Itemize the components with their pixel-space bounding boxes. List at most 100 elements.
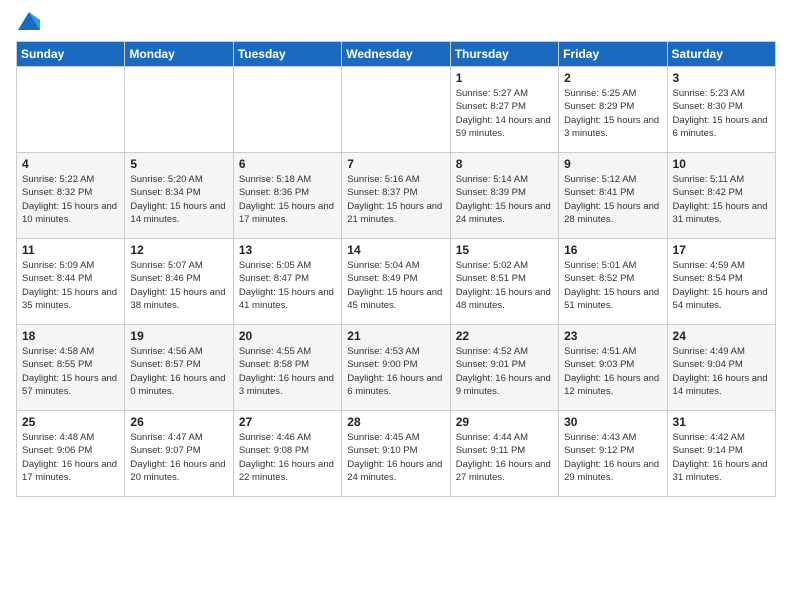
day-info: Sunrise: 4:46 AM Sunset: 9:08 PM Dayligh… xyxy=(239,431,336,484)
day-number: 3 xyxy=(673,71,770,85)
day-info: Sunrise: 5:12 AM Sunset: 8:41 PM Dayligh… xyxy=(564,173,661,226)
col-header-saturday: Saturday xyxy=(667,42,775,67)
day-number: 1 xyxy=(456,71,553,85)
page: SundayMondayTuesdayWednesdayThursdayFrid… xyxy=(0,0,792,509)
day-number: 17 xyxy=(673,243,770,257)
day-cell: 19Sunrise: 4:56 AM Sunset: 8:57 PM Dayli… xyxy=(125,325,233,411)
day-number: 22 xyxy=(456,329,553,343)
day-info: Sunrise: 4:44 AM Sunset: 9:11 PM Dayligh… xyxy=(456,431,553,484)
day-info: Sunrise: 5:11 AM Sunset: 8:42 PM Dayligh… xyxy=(673,173,770,226)
day-number: 23 xyxy=(564,329,661,343)
day-cell: 24 Sunrise: 4:49 AM Sunset: 9:04 PM Dayli… xyxy=(667,325,775,411)
day-number: 4 xyxy=(22,157,119,171)
day-info: Sunrise: 5:16 AM Sunset: 8:37 PM Dayligh… xyxy=(347,173,444,226)
day-cell: 20 Sunrise: 4:55 AM Sunset: 8:58 PM Dayli… xyxy=(233,325,341,411)
day-info: Sunrise: 5:09 AM Sunset: 8:44 PM Dayligh… xyxy=(22,259,119,312)
day-cell: 22 Sunrise: 4:52 AM Sunset: 9:01 PM Dayli… xyxy=(450,325,558,411)
day-cell: 14 Sunrise: 5:04 AM Sunset: 8:49 PM Dayli… xyxy=(342,239,450,325)
day-info: Sunrise: 5:27 AM Sunset: 8:27 PM Dayligh… xyxy=(456,87,553,140)
day-cell: 12Sunrise: 5:07 AM Sunset: 8:46 PM Dayli… xyxy=(125,239,233,325)
col-header-sunday: Sunday xyxy=(17,42,125,67)
day-cell: 30 Sunrise: 4:43 AM Sunset: 9:12 PM Dayli… xyxy=(559,411,667,497)
day-info: Sunrise: 5:18 AM Sunset: 8:36 PM Dayligh… xyxy=(239,173,336,226)
day-info: Sunrise: 4:42 AM Sunset: 9:14 PM Dayligh… xyxy=(673,431,770,484)
col-header-thursday: Thursday xyxy=(450,42,558,67)
day-info: Sunrise: 4:53 AM Sunset: 9:00 PM Dayligh… xyxy=(347,345,444,398)
day-cell: 15Sunrise: 5:02 AM Sunset: 8:51 PM Dayli… xyxy=(450,239,558,325)
day-cell: 28 Sunrise: 4:45 AM Sunset: 9:10 PM Dayli… xyxy=(342,411,450,497)
day-info: Sunrise: 4:49 AM Sunset: 9:04 PM Dayligh… xyxy=(673,345,770,398)
day-info: Sunrise: 5:01 AM Sunset: 8:52 PM Dayligh… xyxy=(564,259,661,312)
col-header-friday: Friday xyxy=(559,42,667,67)
day-number: 24 xyxy=(673,329,770,343)
week-row-5: 25 Sunrise: 4:48 AM Sunset: 9:06 PM Dayli… xyxy=(17,411,776,497)
day-number: 8 xyxy=(456,157,553,171)
day-info: Sunrise: 4:47 AM Sunset: 9:07 PM Dayligh… xyxy=(130,431,227,484)
day-cell xyxy=(17,67,125,153)
day-cell: 23 Sunrise: 4:51 AM Sunset: 9:03 PM Dayli… xyxy=(559,325,667,411)
day-info: Sunrise: 4:51 AM Sunset: 9:03 PM Dayligh… xyxy=(564,345,661,398)
logo xyxy=(16,12,40,35)
day-number: 28 xyxy=(347,415,444,429)
day-info: Sunrise: 5:14 AM Sunset: 8:39 PM Dayligh… xyxy=(456,173,553,226)
day-info: Sunrise: 4:55 AM Sunset: 8:58 PM Dayligh… xyxy=(239,345,336,398)
day-number: 5 xyxy=(130,157,227,171)
week-row-3: 11 Sunrise: 5:09 AM Sunset: 8:44 PM Dayli… xyxy=(17,239,776,325)
day-number: 14 xyxy=(347,243,444,257)
day-cell xyxy=(342,67,450,153)
day-number: 27 xyxy=(239,415,336,429)
day-cell: 27 Sunrise: 4:46 AM Sunset: 9:08 PM Dayli… xyxy=(233,411,341,497)
day-cell: 26 Sunrise: 4:47 AM Sunset: 9:07 PM Dayli… xyxy=(125,411,233,497)
day-cell: 17 Sunrise: 4:59 AM Sunset: 8:54 PM Dayli… xyxy=(667,239,775,325)
day-info: Sunrise: 4:48 AM Sunset: 9:06 PM Dayligh… xyxy=(22,431,119,484)
day-cell: 5 Sunrise: 5:20 AM Sunset: 8:34 PM Daylig… xyxy=(125,153,233,239)
day-cell: 2 Sunrise: 5:25 AM Sunset: 8:29 PM Daylig… xyxy=(559,67,667,153)
day-number: 11 xyxy=(22,243,119,257)
calendar-table: SundayMondayTuesdayWednesdayThursdayFrid… xyxy=(16,41,776,497)
day-cell: 18 Sunrise: 4:58 AM Sunset: 8:55 PM Dayli… xyxy=(17,325,125,411)
day-info: Sunrise: 4:45 AM Sunset: 9:10 PM Dayligh… xyxy=(347,431,444,484)
day-number: 29 xyxy=(456,415,553,429)
day-cell: 6 Sunrise: 5:18 AM Sunset: 8:36 PM Daylig… xyxy=(233,153,341,239)
day-number: 6 xyxy=(239,157,336,171)
day-info: Sunrise: 5:25 AM Sunset: 8:29 PM Dayligh… xyxy=(564,87,661,140)
day-info: Sunrise: 4:58 AM Sunset: 8:55 PM Dayligh… xyxy=(22,345,119,398)
week-row-1: 1 Sunrise: 5:27 AM Sunset: 8:27 PM Daylig… xyxy=(17,67,776,153)
day-cell: 21 Sunrise: 4:53 AM Sunset: 9:00 PM Dayli… xyxy=(342,325,450,411)
day-info: Sunrise: 5:20 AM Sunset: 8:34 PM Dayligh… xyxy=(130,173,227,226)
day-number: 30 xyxy=(564,415,661,429)
day-cell: 11 Sunrise: 5:09 AM Sunset: 8:44 PM Dayli… xyxy=(17,239,125,325)
day-number: 9 xyxy=(564,157,661,171)
day-info: Sunrise: 5:05 AM Sunset: 8:47 PM Dayligh… xyxy=(239,259,336,312)
day-number: 13 xyxy=(239,243,336,257)
day-cell: 3 Sunrise: 5:23 AM Sunset: 8:30 PM Daylig… xyxy=(667,67,775,153)
day-number: 25 xyxy=(22,415,119,429)
logo-icon xyxy=(18,12,40,30)
day-cell: 16 Sunrise: 5:01 AM Sunset: 8:52 PM Dayli… xyxy=(559,239,667,325)
day-cell: 31 Sunrise: 4:42 AM Sunset: 9:14 PM Dayli… xyxy=(667,411,775,497)
day-cell: 10 Sunrise: 5:11 AM Sunset: 8:42 PM Dayli… xyxy=(667,153,775,239)
day-number: 2 xyxy=(564,71,661,85)
day-info: Sunrise: 5:02 AM Sunset: 8:51 PM Dayligh… xyxy=(456,259,553,312)
day-cell: 4Sunrise: 5:22 AM Sunset: 8:32 PM Daylig… xyxy=(17,153,125,239)
day-cell xyxy=(233,67,341,153)
col-header-tuesday: Tuesday xyxy=(233,42,341,67)
day-number: 16 xyxy=(564,243,661,257)
day-cell: 7Sunrise: 5:16 AM Sunset: 8:37 PM Daylig… xyxy=(342,153,450,239)
day-number: 10 xyxy=(673,157,770,171)
week-row-2: 4Sunrise: 5:22 AM Sunset: 8:32 PM Daylig… xyxy=(17,153,776,239)
day-number: 31 xyxy=(673,415,770,429)
day-info: Sunrise: 5:04 AM Sunset: 8:49 PM Dayligh… xyxy=(347,259,444,312)
day-number: 18 xyxy=(22,329,119,343)
day-info: Sunrise: 4:43 AM Sunset: 9:12 PM Dayligh… xyxy=(564,431,661,484)
day-info: Sunrise: 4:52 AM Sunset: 9:01 PM Dayligh… xyxy=(456,345,553,398)
day-number: 20 xyxy=(239,329,336,343)
day-info: Sunrise: 5:23 AM Sunset: 8:30 PM Dayligh… xyxy=(673,87,770,140)
day-number: 26 xyxy=(130,415,227,429)
week-row-4: 18 Sunrise: 4:58 AM Sunset: 8:55 PM Dayli… xyxy=(17,325,776,411)
day-number: 12 xyxy=(130,243,227,257)
header-row: SundayMondayTuesdayWednesdayThursdayFrid… xyxy=(17,42,776,67)
day-info: Sunrise: 4:59 AM Sunset: 8:54 PM Dayligh… xyxy=(673,259,770,312)
day-cell: 29 Sunrise: 4:44 AM Sunset: 9:11 PM Dayli… xyxy=(450,411,558,497)
day-number: 21 xyxy=(347,329,444,343)
